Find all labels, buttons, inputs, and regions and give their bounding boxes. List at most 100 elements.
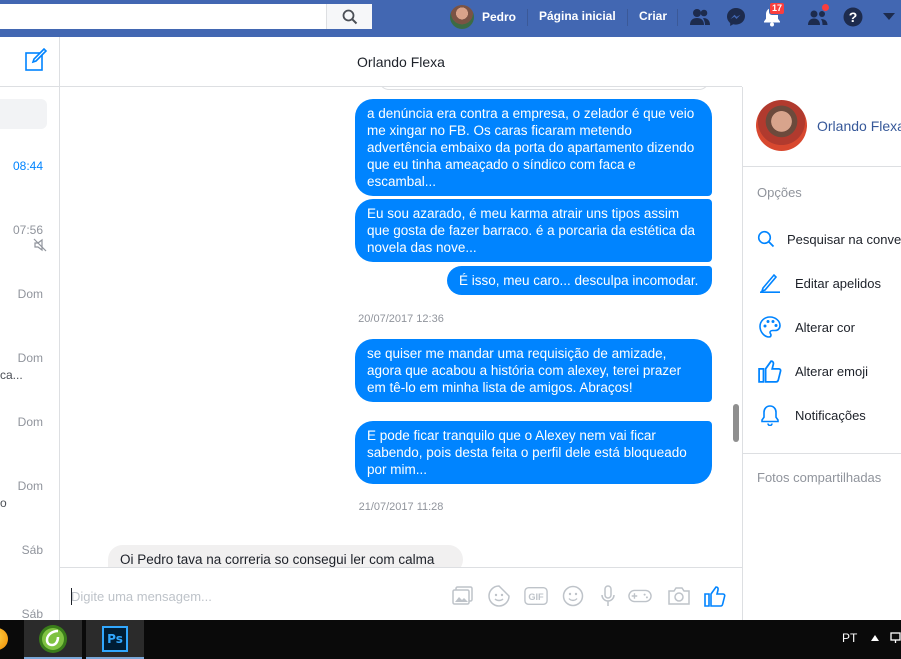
sticker-button[interactable] — [487, 584, 511, 608]
search-input[interactable] — [0, 4, 372, 29]
notification-count-badge: 17 — [769, 2, 786, 15]
conversation-details-panel: Orlando Flexa Opções Pesquisar na conver… — [742, 87, 901, 620]
top-navigation-bar: Pedro Página inicial Criar 17 ? — [0, 0, 901, 37]
account-menu-button[interactable] — [876, 5, 901, 29]
avatar — [450, 4, 474, 29]
message-bubble[interactable]: Eu sou azarado, é meu karma atrair uns t… — [355, 199, 712, 262]
smiley-icon — [562, 585, 584, 607]
divider — [743, 166, 901, 167]
message-composer: Digite uma mensagem... GIF — [60, 567, 742, 620]
search-icon — [342, 9, 357, 24]
message-timestamp: 21/07/2017 11:28 — [358, 501, 444, 513]
svg-text:?: ? — [849, 9, 858, 25]
option-notifications[interactable]: Notificações — [757, 403, 901, 427]
conversation-time: Dom — [17, 287, 43, 301]
previous-bubble-edge — [379, 87, 709, 90]
network-icon[interactable] — [890, 632, 901, 644]
message-thread: a denúncia era contra a empresa, o zelad… — [60, 87, 742, 567]
nav-divider — [677, 9, 678, 26]
conversation-time: Dom — [17, 479, 43, 493]
tray-expand-icon[interactable] — [871, 635, 879, 641]
emoji-button[interactable] — [561, 584, 585, 608]
compose-icon[interactable] — [24, 48, 48, 72]
option-label: Alterar emoji — [795, 363, 868, 379]
option-label: Alterar cor — [795, 319, 855, 335]
option-change-color[interactable]: Alterar cor — [757, 315, 901, 339]
pencil-icon — [760, 273, 780, 293]
friend-requests-button[interactable] — [687, 5, 713, 29]
gamepad-icon — [628, 589, 652, 603]
caret-down-icon — [883, 13, 895, 20]
divider — [743, 453, 901, 454]
option-search-conversation[interactable]: Pesquisar na conversa — [757, 227, 901, 251]
sticker-icon — [488, 585, 510, 607]
conversation-time: Dom — [17, 351, 43, 365]
conversation-snippet: ca... — [0, 368, 23, 382]
voice-clip-button[interactable] — [596, 584, 620, 608]
profile-link[interactable]: Pedro — [450, 4, 516, 29]
nav-divider — [627, 9, 628, 26]
taskbar-dreamweaver[interactable] — [24, 620, 82, 659]
option-label: Notificações — [795, 407, 866, 423]
shared-photos-heading: Fotos compartilhadas — [757, 470, 882, 485]
camera-icon — [668, 587, 690, 605]
message-bubble[interactable]: E pode ficar tranquilo que o Alexey nem … — [355, 421, 712, 484]
message-input[interactable]: Digite uma mensagem... — [71, 589, 212, 604]
windows-taskbar: Ps PT — [0, 620, 901, 659]
conversation-list: 08:44 07:56 Dom Dom ca... Dom Dom o Sáb … — [0, 37, 60, 620]
nav-divider — [527, 9, 528, 26]
user-name: Pedro — [482, 9, 517, 24]
conversation-time: Sáb — [21, 543, 43, 557]
thumbs-up-icon — [704, 586, 726, 607]
contact-avatar[interactable] — [756, 100, 807, 151]
conversation-time: 07:56 — [12, 223, 43, 237]
home-link[interactable]: Página inicial — [539, 9, 616, 23]
messenger-button[interactable] — [723, 5, 749, 29]
dreamweaver-icon — [39, 624, 67, 653]
create-link[interactable]: Criar — [639, 9, 667, 23]
palette-icon — [759, 316, 781, 338]
scrollbar[interactable] — [733, 404, 739, 442]
option-label: Pesquisar na conversa — [787, 231, 901, 247]
images-icon — [452, 586, 473, 605]
gif-button[interactable]: GIF — [524, 584, 548, 608]
microphone-icon — [601, 585, 615, 606]
gif-icon: GIF — [524, 587, 548, 605]
taskbar-app-icon[interactable] — [0, 628, 8, 650]
help-button[interactable]: ? — [840, 5, 866, 29]
photoshop-icon: Ps — [102, 625, 128, 652]
bell-icon — [761, 405, 779, 426]
option-change-emoji[interactable]: Alterar emoji — [757, 359, 901, 383]
contact-name[interactable]: Orlando Flexa — [817, 118, 901, 134]
message-bubble[interactable]: Oi Pedro tava na correria so consegui le… — [108, 545, 463, 567]
conversation-list-header — [0, 37, 59, 87]
messenger-icon — [727, 8, 745, 26]
camera-button[interactable] — [667, 584, 691, 608]
conversation-time: Dom — [17, 415, 43, 429]
conversation-title: Orlando Flexa — [60, 37, 742, 87]
games-button[interactable] — [628, 584, 652, 608]
taskbar-photoshop[interactable]: Ps — [86, 620, 144, 659]
alert-dot — [821, 3, 830, 12]
option-label: Editar apelidos — [795, 275, 881, 291]
conversation-snippet: o — [0, 496, 7, 510]
selected-conversation[interactable] — [0, 99, 47, 129]
options-heading: Opções — [757, 185, 802, 200]
svg-text:GIF: GIF — [528, 592, 544, 602]
friends-icon — [690, 9, 710, 25]
search-button[interactable] — [326, 4, 372, 29]
conversation-time: 08:44 — [12, 159, 43, 173]
option-edit-nicknames[interactable]: Editar apelidos — [757, 271, 901, 295]
muted-icon — [33, 238, 47, 252]
message-bubble[interactable]: a denúncia era contra a empresa, o zelad… — [355, 99, 712, 196]
question-icon: ? — [843, 7, 863, 27]
thumbs-up-icon — [758, 360, 782, 383]
attach-image-button[interactable] — [451, 584, 475, 608]
search-icon — [757, 230, 775, 248]
message-bubble[interactable]: É isso, meu caro... desculpa incomodar. — [447, 266, 712, 295]
conversation-time: Sáb — [21, 607, 43, 620]
message-bubble[interactable]: se quiser me mandar uma requisição de am… — [355, 339, 712, 402]
send-like-button[interactable] — [703, 584, 727, 608]
message-timestamp: 20/07/2017 12:36 — [358, 313, 444, 325]
input-language[interactable]: PT — [842, 631, 857, 645]
